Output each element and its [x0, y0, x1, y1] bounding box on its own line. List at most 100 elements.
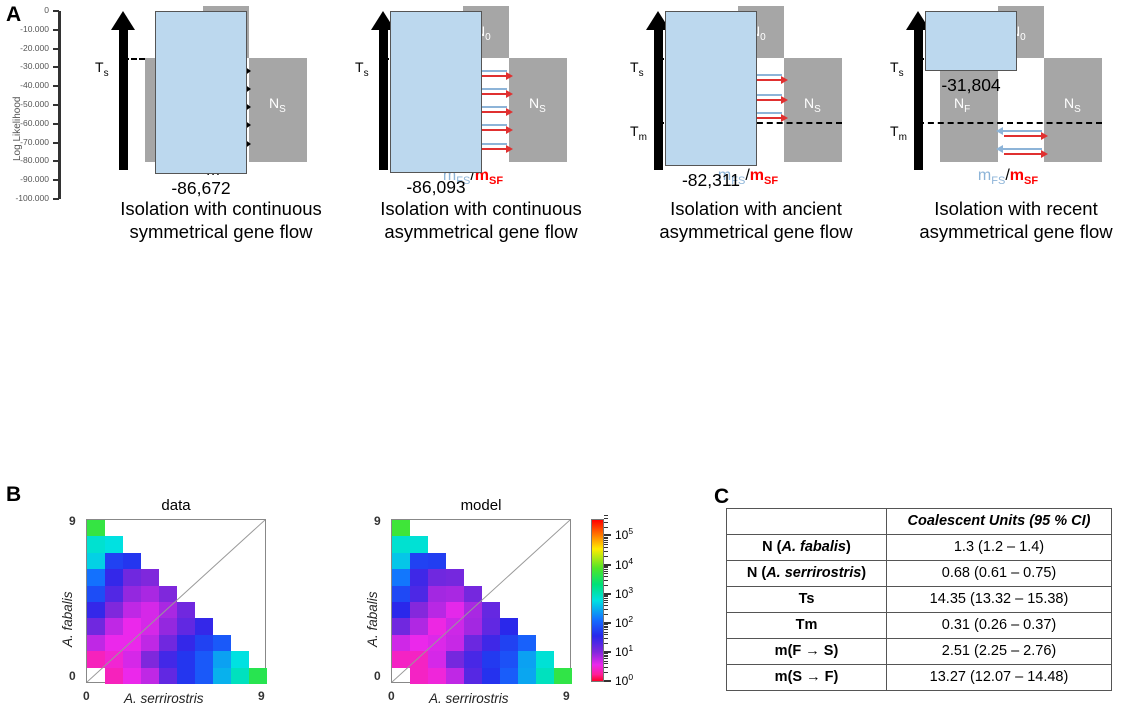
y-axis-tick [53, 85, 59, 88]
sfs-heatmap-model-sfs [391, 519, 573, 685]
sfs-heatmap-data-sfs [86, 519, 268, 685]
y-axis-tick [53, 28, 59, 31]
colorbar-minor-tick [604, 638, 608, 639]
y-axis-tick [53, 66, 59, 69]
y-axis-tick-label: -100.000 [15, 193, 49, 203]
colorbar-minor-tick [604, 627, 608, 629]
y-axis-tick [53, 104, 59, 106]
colorbar-minor-tick [604, 605, 608, 607]
table-row-value-4: 0.31 (0.26 – 0.37) [886, 612, 1112, 639]
colorbar-minor-tick [604, 584, 608, 586]
colorbar-minor-tick [604, 672, 608, 674]
sfs-title-model-sfs: model [460, 497, 502, 514]
bar-3 [665, 11, 757, 166]
table-row-value-6: 13.27 (12.07 – 14.48) [886, 664, 1112, 691]
colorbar-minor-tick [604, 595, 608, 596]
y-axis-title: Log Likelihood [12, 96, 23, 162]
y-axis-tick [53, 198, 59, 200]
colorbar-minor-tick [604, 596, 608, 598]
bar-4 [925, 11, 1017, 71]
bar-1 [155, 11, 247, 174]
colorbar-minor-tick [604, 547, 608, 549]
colorbar-minor-tick [604, 598, 608, 600]
sfs-y-min-label: 0 [69, 669, 76, 683]
panel-label-c: C [714, 485, 730, 508]
colorbar-minor-tick [604, 517, 608, 519]
y-axis-tick [53, 141, 59, 144]
y-axis-tick-label: -20.000 [20, 42, 49, 53]
y-axis-tick [53, 122, 59, 125]
colorbar-minor-tick [604, 544, 608, 546]
colorbar-minor-tick [604, 541, 608, 543]
y-axis-tick-label: 0 [44, 5, 49, 15]
table-row: m(S → F) 13.27 (12.07 – 14.48) [726, 664, 1112, 691]
colorbar-minor-tick [604, 625, 608, 627]
table-row-label-5: m(F → S) [726, 638, 887, 665]
colorbar-minor-tick [604, 631, 608, 633]
y-axis-tick-label: -40.000 [20, 80, 49, 91]
sfs-y-axis-label: A. fabalis [365, 591, 380, 647]
y-axis-tick-label: -80.000 [20, 155, 49, 166]
table-row: N (A. serrirostris) 0.68 (0.61 – 0.75) [726, 560, 1112, 587]
y-axis-tick-label: -50.000 [20, 99, 49, 109]
y-axis-tick [53, 10, 59, 12]
bar-value-label-4: -31,804 [941, 74, 1001, 95]
sfs-x-min-label: 0 [388, 689, 395, 703]
colorbar-minor-tick [604, 629, 608, 631]
colorbar-minor-tick [604, 656, 608, 658]
bar-value-label-2: -86,093 [406, 176, 466, 197]
colorbar-minor-tick [604, 663, 608, 665]
colorbar-tick-label: 100 [615, 672, 634, 688]
y-axis-tick [53, 179, 59, 182]
table-row-value-1: 1.3 (1.2 – 1.4) [886, 534, 1112, 561]
colorbar-minor-tick [604, 539, 608, 541]
y-axis-tick [53, 47, 59, 50]
colorbar-minor-tick [604, 521, 608, 523]
colorbar-minor-tick [604, 571, 608, 573]
sfs-diagonal-line [87, 520, 265, 682]
table-row-value-2: 0.68 (0.61 – 0.75) [886, 560, 1112, 587]
bar-value-label-3: -82,311 [681, 169, 741, 190]
colorbar-minor-tick [604, 634, 608, 636]
colorbar-minor-tick [604, 567, 608, 569]
colorbar-minor-tick [604, 643, 608, 645]
table-row: N (A. fabalis) 1.3 (1.2 – 1.4) [726, 534, 1112, 561]
colorbar-minor-tick [604, 602, 608, 604]
table-row: Ts 14.35 (13.32 – 15.38) [726, 586, 1112, 613]
colorbar-minor-tick [604, 660, 608, 662]
colorbar-minor-tick [604, 538, 608, 540]
sfs-x-min-label: 0 [83, 689, 90, 703]
sfs-x-axis-label: A. serrirostris [124, 691, 204, 706]
table-row: Tm 0.31 (0.26 – 0.37) [726, 612, 1112, 639]
table-row-label-4: Tm [726, 612, 887, 639]
sfs-y-max-label: 9 [374, 514, 381, 528]
y-axis-tick-label: -10.000 [20, 23, 49, 34]
colorbar-tick-label: 101 [615, 642, 634, 659]
table-header-row: Coalescent Units (95 % CI) [726, 508, 1112, 535]
bar-2 [390, 11, 482, 173]
table-header-units: Coalescent Units (95 % CI) [886, 508, 1112, 535]
colorbar-minor-tick [604, 608, 608, 610]
colorbar-minor-tick [604, 614, 608, 616]
table-row-value-3: 14.35 (13.32 – 15.38) [886, 586, 1112, 613]
colorbar-minor-tick [604, 569, 608, 571]
table-row-label-3: Ts [726, 586, 887, 613]
sfs-y-min-label: 0 [374, 669, 381, 683]
colorbar-minor-tick [604, 526, 608, 528]
colorbar-minor-tick [604, 579, 608, 581]
y-axis-tick-label: -90.000 [20, 174, 49, 185]
colorbar-minor-tick [604, 515, 608, 517]
sfs-x-axis-label: A. serrirostris [429, 691, 509, 706]
table-row-label-6: m(S → F) [726, 664, 887, 691]
table-row-label-1: N (A. fabalis) [726, 534, 887, 561]
panel-label-b: B [6, 483, 22, 506]
y-axis-tick [53, 160, 59, 163]
colorbar-tick-label: 102 [615, 613, 634, 630]
colorbar-minor-tick [604, 565, 608, 567]
colorbar-tick-label: 104 [615, 555, 634, 572]
colorbar-minor-tick [604, 555, 608, 557]
sfs-colorbar [591, 519, 604, 682]
sfs-y-max-label: 9 [69, 514, 76, 528]
sfs-x-max-label: 9 [563, 689, 570, 703]
colorbar-minor-tick [604, 667, 608, 669]
